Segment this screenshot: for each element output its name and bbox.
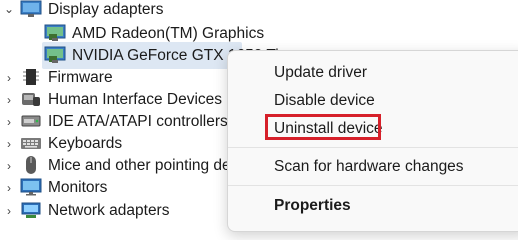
mouse-icon — [26, 156, 36, 174]
tree-item-label: Monitors — [48, 179, 108, 196]
monitor-icon — [20, 178, 42, 196]
chevron-right-icon[interactable]: › — [4, 138, 14, 150]
menu-separator — [228, 185, 518, 186]
menu-separator — [228, 147, 518, 148]
display-adapter-icon — [20, 0, 42, 17]
menu-item-properties[interactable]: Properties — [274, 197, 351, 215]
menu-item-scan-hardware[interactable]: Scan for hardware changes — [274, 158, 464, 176]
menu-item-update-driver[interactable]: Update driver — [274, 64, 367, 82]
context-menu: Update driver Disable device Uninstall d… — [227, 50, 518, 232]
tree-item-label: Human Interface Devices — [48, 91, 223, 108]
ide-icon — [21, 115, 41, 127]
keyboard-icon — [21, 138, 41, 149]
chevron-down-icon[interactable]: ⌄ — [4, 3, 14, 15]
annotation-highlight-box — [265, 114, 381, 140]
menu-item-disable-device[interactable]: Disable device — [274, 92, 375, 110]
tree-item-label: IDE ATA/ATAPI controllers — [48, 113, 228, 130]
chevron-right-icon[interactable]: › — [4, 94, 14, 106]
network-icon — [21, 202, 41, 218]
tree-item-label: Keyboards — [48, 135, 123, 152]
tree-item-label: Network adapters — [48, 202, 170, 219]
tree-item-label: Display adapters — [48, 1, 164, 18]
chevron-right-icon[interactable]: › — [4, 72, 14, 84]
display-adapter-icon — [44, 46, 66, 63]
firmware-icon — [23, 69, 39, 85]
chevron-right-icon[interactable]: › — [4, 205, 14, 217]
tree-item-label: AMD Radeon(TM) Graphics — [72, 25, 265, 42]
chevron-right-icon[interactable]: › — [4, 182, 14, 194]
hid-icon — [22, 93, 40, 106]
display-adapter-icon — [44, 24, 66, 41]
tree-item-label: Firmware — [48, 69, 113, 86]
chevron-right-icon[interactable]: › — [4, 160, 14, 172]
chevron-right-icon[interactable]: › — [4, 116, 14, 128]
